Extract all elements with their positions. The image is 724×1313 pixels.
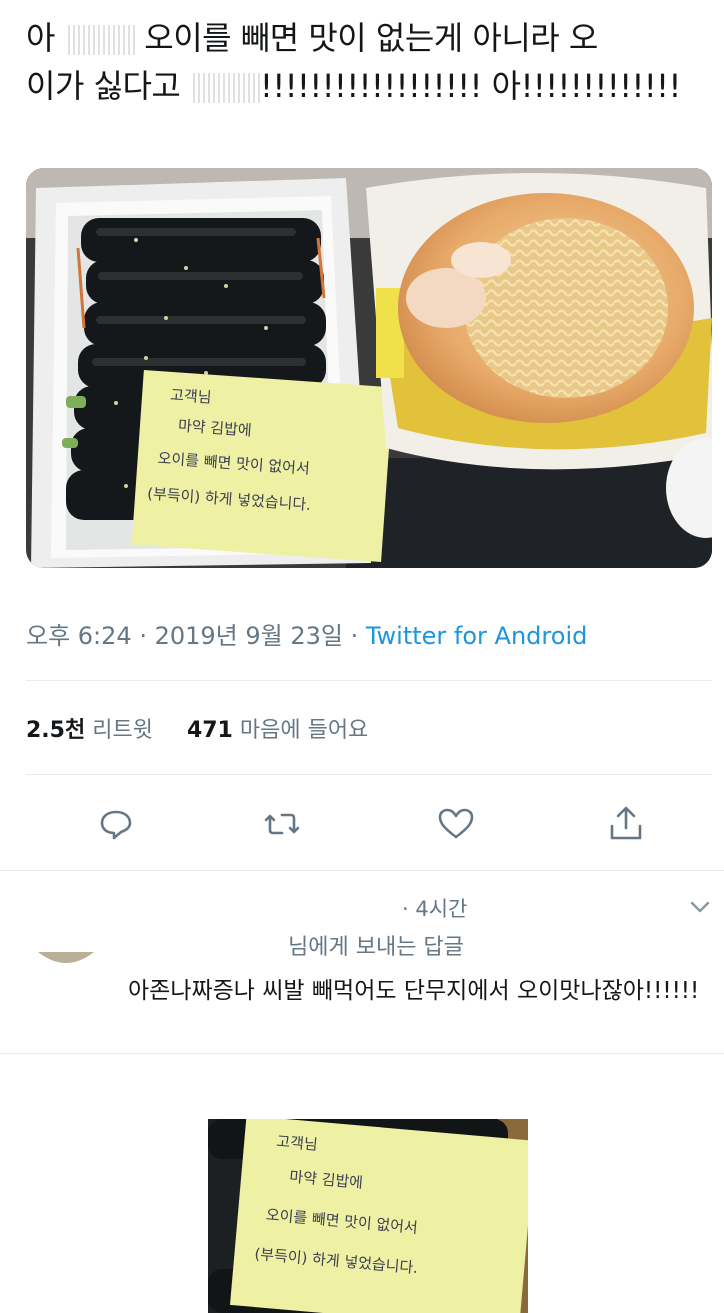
redacted-word (190, 73, 261, 103)
tweet-line-1: 아 오이를 빼면 맛이 없는게 아니라 오 (26, 14, 716, 62)
reply-button[interactable] (96, 804, 136, 844)
note-line-1: 고객님 (170, 386, 213, 407)
tweet-text: 아 오이를 빼면 맛이 없는게 아니라 오 이가 싫다고 !!!!!!!!!!!… (26, 14, 716, 110)
retweets-label: 리트윗 (85, 718, 153, 743)
reply-to-label: 님에게 보내는 답글 (288, 935, 464, 960)
like-button[interactable] (436, 804, 476, 844)
note-closeup-image: 고객님 마약 김밥에 오이를 빼면 맛이 없어서 (부득이) 하게 넣었습니다. (208, 1119, 528, 1313)
meta-separator: · (342, 622, 366, 650)
chevron-down-icon[interactable] (688, 895, 712, 919)
tweet-line-2-end: !!!!!!!!!!!!!!!!!! 아!!!!!!!!!!!!! (260, 67, 681, 105)
avatar[interactable] (38, 951, 94, 965)
tweet-time: 오후 6:24 (26, 622, 132, 650)
retweets-stat[interactable]: 2.5천 리트윗 (26, 718, 153, 743)
divider (26, 774, 712, 775)
share-button[interactable] (606, 804, 646, 844)
tweet-line-2-start: 이가 싫다고 (26, 67, 181, 105)
tweet-stats: 2.5천 리트윗 471 마음에 들어요 (26, 712, 368, 744)
likes-count: 471 (186, 718, 233, 743)
tweet-date: 2019년 9월 23일 (154, 622, 343, 650)
share-icon (610, 806, 642, 840)
closeup-note-line-1: 고객님 (276, 1132, 319, 1154)
reply-icon (100, 810, 132, 840)
likes-stat[interactable]: 471 마음에 들어요 (187, 718, 368, 743)
heart-icon (438, 808, 474, 839)
tweet-line-1-end: 오이를 빼면 맛이 없는게 아니라 오 (144, 19, 598, 57)
tweet-line-2: 이가 싫다고 !!!!!!!!!!!!!!!!!! 아!!!!!!!!!!!!! (26, 62, 716, 110)
tweet-meta: 오후 6:24 · 2019년 9월 23일 · Twitter for And… (26, 616, 587, 651)
reply-text: 아존나짜증나 씨발 빼먹어도 단무지에서 오이맛나잖아!!!!!! (128, 978, 700, 1004)
tweet-photo[interactable]: 고객님 마약 김밥에 오이를 빼면 맛이 없어서 (부득이) 하게 넣었습니다. (26, 168, 712, 568)
meta-separator: · (131, 622, 155, 650)
tweet-source-link[interactable]: Twitter for Android (366, 622, 587, 650)
reply-time: · 4시간 (402, 897, 468, 921)
sticky-note: 고객님 마약 김밥에 오이를 빼면 맛이 없어서 (부득이) 하게 넣었습니다. (131, 369, 394, 562)
reply-tweet[interactable]: · 4시간 님에게 보내는 답글 아존나짜증나 씨발 빼먹어도 단무지에서 오이… (0, 870, 724, 1054)
likes-label: 마음에 들어요 (232, 718, 369, 743)
redacted-word (64, 25, 135, 55)
gimbap-ramen-photo: 고객님 마약 김밥에 오이를 빼면 맛이 없어서 (부득이) 하게 넣었습니다. (26, 168, 712, 568)
divider (26, 680, 712, 681)
retweet-button[interactable] (262, 804, 302, 844)
tweet-action-bar (0, 800, 724, 848)
tweet-line-1-start: 아 (26, 19, 55, 57)
retweet-icon (264, 813, 300, 835)
retweets-count: 2.5천 (26, 718, 86, 743)
